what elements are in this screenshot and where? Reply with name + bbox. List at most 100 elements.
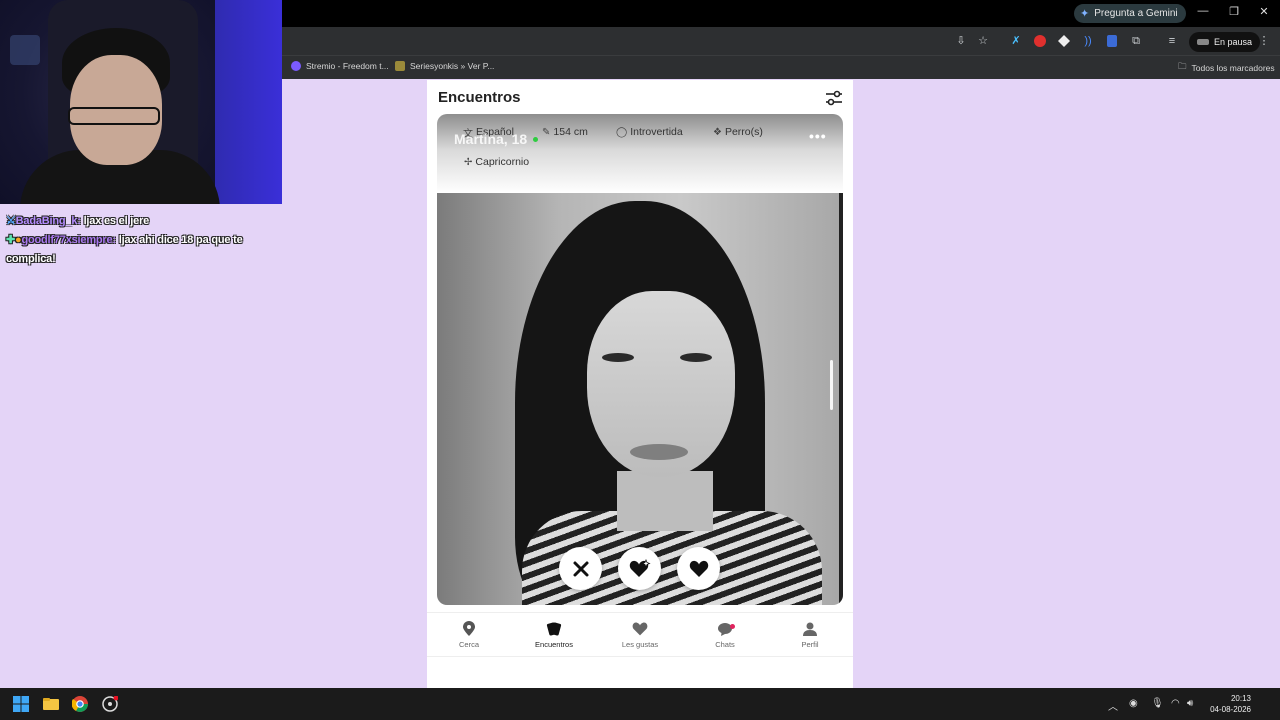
cards-icon (546, 622, 562, 636)
extension-icon-2[interactable] (1033, 34, 1047, 48)
bookmark-seriesyonkis[interactable]: Seriesyonkis » Ver P... (395, 61, 494, 71)
microphone-icon[interactable]: 🎙︎ (1151, 698, 1164, 709)
gemini-button-label: Pregunta a Gemini (1094, 8, 1178, 19)
profile-card[interactable]: 文 Español ✎ 154 cm ◯ Introvertida ❖ Perr… (437, 114, 843, 605)
nav-item-chats[interactable]: Chats (690, 621, 760, 649)
ruler-icon: ✎ (542, 126, 551, 138)
close-x-icon (573, 561, 588, 576)
nav-label: Les gustas (621, 640, 659, 649)
more-options-icon[interactable]: ••• (809, 128, 827, 144)
photo-right-eye (680, 353, 712, 362)
location-pin-icon (463, 621, 475, 636)
tray-overflow-chevron-icon[interactable]: ︿ (1108, 698, 1118, 713)
photo-lips (630, 444, 688, 460)
bookmark-star-icon[interactable]: ☆ (976, 34, 990, 48)
extension-icon-4[interactable]: )) (1081, 34, 1095, 48)
install-app-icon[interactable]: ⇩ (954, 34, 968, 48)
chat-message: ✚●goodlf77xsiempre: ljax ahi dice 18 pa … (6, 231, 276, 269)
app-footer-divider (427, 656, 853, 688)
webcam-glasses (68, 107, 160, 125)
file-explorer-icon[interactable] (43, 696, 59, 712)
photo-scroll-indicator[interactable] (830, 360, 833, 410)
nav-label: Chats (715, 640, 735, 649)
photo-neck (617, 471, 713, 531)
super-like-button[interactable] (618, 547, 661, 590)
all-bookmarks[interactable]: 🗀 Todos los marcadores (1178, 61, 1275, 75)
webcam-overlay (0, 0, 282, 204)
profile-avatar (1197, 39, 1209, 45)
minimize-button[interactable]: — (1195, 5, 1211, 17)
chat-username: BadaBing_k: (15, 215, 81, 227)
media-controls-icon[interactable]: ≡ (1165, 34, 1179, 48)
nav-item-les-gustas[interactable]: Les gustas (605, 621, 675, 649)
profile-photo[interactable] (437, 193, 843, 605)
wifi-icon[interactable]: ◠ (1171, 698, 1180, 709)
nav-label: Encuentros (535, 640, 573, 649)
gemini-sparkle-icon: ✦ (1080, 8, 1090, 20)
chip-height: ✎ 154 cm (538, 123, 592, 141)
bottom-navigation: Cerca Encuentros Les gustas Chats Perfil (427, 612, 853, 656)
zodiac-icon: ✢ (464, 156, 473, 168)
profile-name: Martina, 18 (454, 131, 528, 147)
nav-label: Cerca (458, 640, 479, 649)
stream-chat: ⚔BadaBing_k: ljax es el jere ✚●goodlf77x… (6, 212, 276, 269)
chats-notification-dot (730, 624, 735, 629)
bookmark-stremio[interactable]: Stremio - Freedom t... (291, 61, 389, 71)
restore-button[interactable]: ❐ (1226, 5, 1242, 18)
close-window-button[interactable]: ✕ (1256, 5, 1272, 18)
nav-label: Perfil (801, 640, 819, 649)
chat-message: ⚔BadaBing_k: ljax es el jere (6, 212, 276, 231)
person-icon (803, 622, 817, 636)
nav-item-perfil[interactable]: Perfil (775, 621, 845, 649)
extension-icon-5[interactable] (1105, 34, 1119, 48)
bookmark-label: Seriesyonkis » Ver P... (410, 61, 495, 71)
chip-personality: ◯ Introvertida (612, 123, 687, 141)
chip-label: Capricornio (475, 156, 530, 168)
chip-label: 154 cm (553, 126, 588, 138)
speaker-icon[interactable]: 🔊︎ (1187, 698, 1193, 709)
folder-icon: 🗀 (1178, 61, 1187, 71)
chip-zodiac: ✢ Capricornio (460, 153, 533, 171)
nav-item-encuentros[interactable]: Encuentros (519, 621, 589, 649)
extension-icon-3[interactable] (1057, 34, 1071, 48)
heart-icon (632, 622, 648, 636)
heart-icon (689, 560, 708, 577)
extensions-puzzle-icon[interactable]: ⧉ (1129, 34, 1143, 48)
filter-sliders-icon[interactable] (825, 90, 843, 106)
profile-pause-button[interactable]: En pausa (1189, 32, 1261, 52)
chip-label: Perro(s) (724, 126, 763, 138)
extension-icon-1[interactable]: ✗ (1009, 34, 1023, 48)
photo-edge-bar (839, 193, 843, 605)
chat-text: ljax es el jere (80, 215, 150, 227)
system-clock[interactable]: 20:13 04-08-2026 (1205, 693, 1251, 715)
gemini-button[interactable]: ✦ Pregunta a Gemini (1074, 4, 1186, 23)
dislike-button[interactable] (559, 547, 602, 590)
clock-date: 04-08-2026 (1210, 705, 1251, 714)
chip-label: Introvertida (630, 126, 683, 138)
discord-tray-icon[interactable]: ◉ (1129, 698, 1138, 709)
windows-taskbar: ︿ ◉ 🎙︎ ◠ 🔊︎ 20:13 04-08-2026 (0, 688, 1280, 720)
pause-label: En pausa (1214, 37, 1253, 47)
dating-app-panel: Encuentros 文 Español ✎ 154 cm ◯ Introver… (427, 80, 853, 688)
sub-badge-icon: ✚ (6, 234, 16, 246)
speech-bubble-icon: ◯ (616, 126, 628, 138)
clock-time: 20:13 (1230, 694, 1251, 703)
webcam-background-shelf (10, 35, 40, 65)
obs-studio-icon[interactable] (102, 696, 118, 712)
chat-username: goodlf77xsiempre: (21, 234, 116, 246)
like-button[interactable] (677, 547, 720, 590)
online-status-dot (533, 137, 538, 142)
page-title: Encuentros (438, 89, 521, 106)
stremio-favicon-icon (291, 61, 301, 71)
paw-icon: ❖ (713, 126, 722, 138)
nav-item-cerca[interactable]: Cerca (434, 621, 504, 649)
webcam-background-light (215, 0, 282, 204)
chrome-icon[interactable] (72, 696, 88, 712)
heart-sparkle-icon (629, 558, 651, 577)
photo-left-eye (602, 353, 634, 362)
chip-pets: ❖ Perro(s) (709, 123, 767, 141)
windows-start-icon[interactable] (13, 696, 29, 712)
seriesyonkis-favicon-icon (395, 61, 405, 71)
sword-badge-icon: ⚔ (6, 215, 16, 227)
bookmark-label: Stremio - Freedom t... (306, 61, 389, 71)
